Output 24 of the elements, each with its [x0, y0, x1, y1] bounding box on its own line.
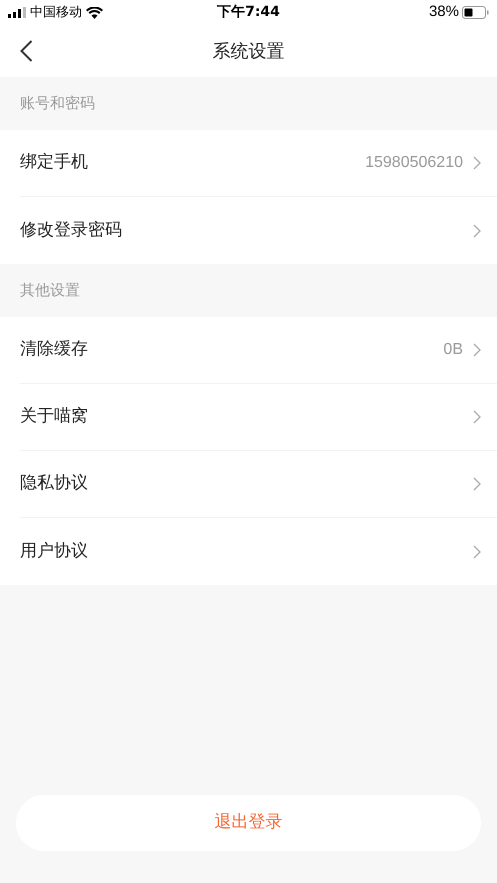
- row-label: 绑定手机: [20, 151, 89, 174]
- chevron-icon: [473, 156, 481, 170]
- section-header: 账号和密码: [20, 93, 95, 114]
- carrier-name: 中国移动: [30, 4, 82, 22]
- chevron-icon: [473, 544, 481, 558]
- battery-percent: 38%: [428, 2, 459, 22]
- row-label: 隐私协议: [20, 472, 89, 496]
- chevron-icon: [473, 224, 481, 238]
- row-label: 用户协议: [20, 540, 89, 563]
- signal-icon: [8, 7, 26, 18]
- page-title: 系统设置: [212, 40, 284, 64]
- row-value: 15980506210: [365, 153, 463, 173]
- row-value: 0B: [443, 340, 463, 360]
- row-label: 清除缓存: [20, 338, 89, 362]
- chevron-icon: [473, 343, 481, 357]
- battery-icon: [462, 6, 489, 19]
- chevron-icon: [473, 477, 481, 491]
- section-header: 其他设置: [20, 280, 80, 302]
- back-icon: [20, 40, 32, 62]
- chevron-icon: [473, 410, 481, 424]
- wifi-icon: [86, 6, 103, 18]
- status-time: 下午7:44: [217, 3, 280, 22]
- row-label: 修改登录密码: [20, 218, 123, 242]
- row-label: 关于喵窝: [20, 405, 89, 428]
